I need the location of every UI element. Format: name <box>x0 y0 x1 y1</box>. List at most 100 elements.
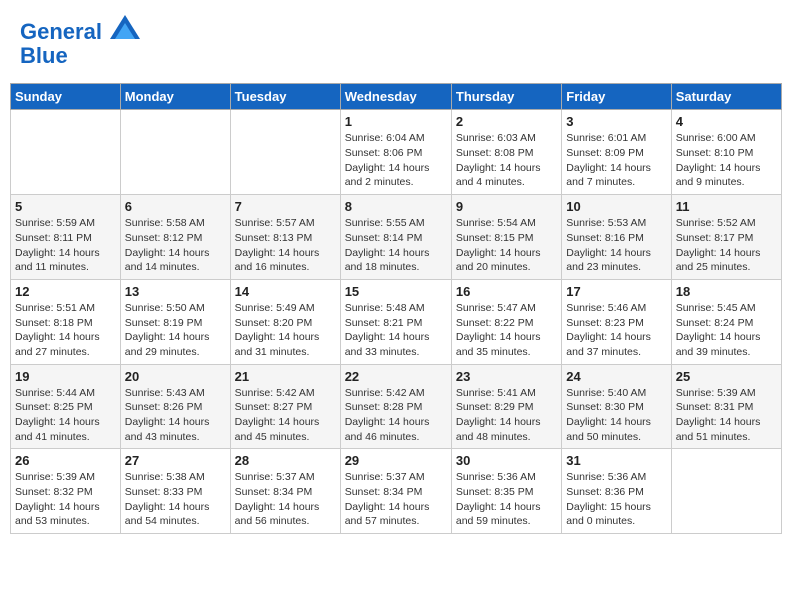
day-info: Sunrise: 5:39 AMSunset: 8:31 PMDaylight:… <box>676 386 777 445</box>
day-number: 13 <box>125 284 226 299</box>
day-number: 26 <box>15 453 116 468</box>
calendar-week-row: 19 Sunrise: 5:44 AMSunset: 8:25 PMDayligh… <box>11 364 782 449</box>
calendar-cell: 12Sunrise: 5:51 AMSunset: 8:18 PMDayligh… <box>11 279 121 364</box>
calendar-cell: 7 Sunrise: 5:57 AMSunset: 8:13 PMDaylight… <box>230 195 340 280</box>
day-info: Sunrise: 5:50 AMSunset: 8:19 PMDaylight:… <box>125 301 226 360</box>
day-info: Sunrise: 5:40 AMSunset: 8:30 PMDaylight:… <box>566 386 666 445</box>
calendar-cell: 28 Sunrise: 5:37 AMSunset: 8:34 PMDayligh… <box>230 449 340 534</box>
calendar-cell: 25Sunrise: 5:39 AMSunset: 8:31 PMDayligh… <box>671 364 781 449</box>
calendar-cell <box>11 110 121 195</box>
calendar-cell: 8Sunrise: 5:55 AMSunset: 8:14 PMDaylight… <box>340 195 451 280</box>
calendar-cell: 21 Sunrise: 5:42 AMSunset: 8:27 PMDayligh… <box>230 364 340 449</box>
day-info: Sunrise: 5:49 AMSunset: 8:20 PMDaylight:… <box>235 301 336 360</box>
day-number: 27 <box>125 453 226 468</box>
calendar-cell <box>671 449 781 534</box>
calendar-cell: 4Sunrise: 6:00 AMSunset: 8:10 PMDaylight… <box>671 110 781 195</box>
logo: General Blue <box>20 15 140 68</box>
logo-general: General <box>20 19 102 44</box>
day-number: 5 <box>15 199 116 214</box>
day-number: 28 <box>235 453 336 468</box>
calendar-cell: 31 Sunrise: 5:36 AMSunset: 8:36 PMDayligh… <box>562 449 671 534</box>
calendar-cell: 20Sunrise: 5:43 AMSunset: 8:26 PMDayligh… <box>120 364 230 449</box>
calendar-cell: 14 Sunrise: 5:49 AMSunset: 8:20 PMDayligh… <box>230 279 340 364</box>
day-number: 10 <box>566 199 666 214</box>
day-info: Sunrise: 5:39 AMSunset: 8:32 PMDaylight:… <box>15 470 116 529</box>
calendar-cell: 3 Sunrise: 6:01 AMSunset: 8:09 PMDaylight… <box>562 110 671 195</box>
calendar-cell <box>230 110 340 195</box>
calendar-week-row: 1 Sunrise: 6:04 AMSunset: 8:06 PMDaylight… <box>11 110 782 195</box>
day-number: 30 <box>456 453 557 468</box>
day-info: Sunrise: 6:03 AMSunset: 8:08 PMDaylight:… <box>456 131 557 190</box>
logo-icon <box>110 15 140 39</box>
calendar-header-row: SundayMondayTuesdayWednesdayThursdayFrid… <box>11 84 782 110</box>
calendar-day-header: Sunday <box>11 84 121 110</box>
calendar-table: SundayMondayTuesdayWednesdayThursdayFrid… <box>10 83 782 534</box>
calendar-day-header: Friday <box>562 84 671 110</box>
day-info: Sunrise: 5:44 AMSunset: 8:25 PMDaylight:… <box>15 386 116 445</box>
calendar-week-row: 26 Sunrise: 5:39 AMSunset: 8:32 PMDayligh… <box>11 449 782 534</box>
calendar-cell: 23 Sunrise: 5:41 AMSunset: 8:29 PMDayligh… <box>451 364 561 449</box>
day-number: 19 <box>15 369 116 384</box>
calendar-cell: 26 Sunrise: 5:39 AMSunset: 8:32 PMDayligh… <box>11 449 121 534</box>
day-info: Sunrise: 5:59 AMSunset: 8:11 PMDaylight:… <box>15 216 116 275</box>
day-number: 23 <box>456 369 557 384</box>
day-info: Sunrise: 5:42 AMSunset: 8:27 PMDaylight:… <box>235 386 336 445</box>
day-info: Sunrise: 5:37 AMSunset: 8:34 PMDaylight:… <box>235 470 336 529</box>
day-info: Sunrise: 5:52 AMSunset: 8:17 PMDaylight:… <box>676 216 777 275</box>
day-number: 29 <box>345 453 447 468</box>
day-info: Sunrise: 5:43 AMSunset: 8:26 PMDaylight:… <box>125 386 226 445</box>
calendar-cell: 19 Sunrise: 5:44 AMSunset: 8:25 PMDayligh… <box>11 364 121 449</box>
day-info: Sunrise: 5:36 AMSunset: 8:36 PMDaylight:… <box>566 470 666 529</box>
day-number: 11 <box>676 199 777 214</box>
day-info: Sunrise: 5:45 AMSunset: 8:24 PMDaylight:… <box>676 301 777 360</box>
day-info: Sunrise: 6:01 AMSunset: 8:09 PMDaylight:… <box>566 131 666 190</box>
day-number: 3 <box>566 114 666 129</box>
day-number: 7 <box>235 199 336 214</box>
calendar-day-header: Saturday <box>671 84 781 110</box>
calendar-cell: 27Sunrise: 5:38 AMSunset: 8:33 PMDayligh… <box>120 449 230 534</box>
day-number: 1 <box>345 114 447 129</box>
calendar-cell: 22Sunrise: 5:42 AMSunset: 8:28 PMDayligh… <box>340 364 451 449</box>
day-info: Sunrise: 5:37 AMSunset: 8:34 PMDaylight:… <box>345 470 447 529</box>
day-info: Sunrise: 5:41 AMSunset: 8:29 PMDaylight:… <box>456 386 557 445</box>
calendar-week-row: 5 Sunrise: 5:59 AMSunset: 8:11 PMDaylight… <box>11 195 782 280</box>
calendar-cell: 18 Sunrise: 5:45 AMSunset: 8:24 PMDayligh… <box>671 279 781 364</box>
calendar-cell: 2 Sunrise: 6:03 AMSunset: 8:08 PMDaylight… <box>451 110 561 195</box>
day-info: Sunrise: 5:42 AMSunset: 8:28 PMDaylight:… <box>345 386 447 445</box>
calendar-cell: 9 Sunrise: 5:54 AMSunset: 8:15 PMDaylight… <box>451 195 561 280</box>
day-info: Sunrise: 6:04 AMSunset: 8:06 PMDaylight:… <box>345 131 447 190</box>
day-number: 14 <box>235 284 336 299</box>
day-number: 18 <box>676 284 777 299</box>
day-info: Sunrise: 5:57 AMSunset: 8:13 PMDaylight:… <box>235 216 336 275</box>
calendar-cell: 5 Sunrise: 5:59 AMSunset: 8:11 PMDaylight… <box>11 195 121 280</box>
calendar-week-row: 12Sunrise: 5:51 AMSunset: 8:18 PMDayligh… <box>11 279 782 364</box>
day-number: 24 <box>566 369 666 384</box>
calendar-cell: 29 Sunrise: 5:37 AMSunset: 8:34 PMDayligh… <box>340 449 451 534</box>
calendar-cell: 10 Sunrise: 5:53 AMSunset: 8:16 PMDayligh… <box>562 195 671 280</box>
calendar-cell: 24 Sunrise: 5:40 AMSunset: 8:30 PMDayligh… <box>562 364 671 449</box>
day-number: 17 <box>566 284 666 299</box>
day-info: Sunrise: 5:36 AMSunset: 8:35 PMDaylight:… <box>456 470 557 529</box>
day-number: 4 <box>676 114 777 129</box>
calendar-cell: 13 Sunrise: 5:50 AMSunset: 8:19 PMDayligh… <box>120 279 230 364</box>
day-number: 2 <box>456 114 557 129</box>
calendar-cell: 30 Sunrise: 5:36 AMSunset: 8:35 PMDayligh… <box>451 449 561 534</box>
calendar-day-header: Tuesday <box>230 84 340 110</box>
logo-blue: Blue <box>20 43 68 68</box>
day-number: 12 <box>15 284 116 299</box>
day-number: 21 <box>235 369 336 384</box>
calendar-day-header: Thursday <box>451 84 561 110</box>
calendar-cell: 11 Sunrise: 5:52 AMSunset: 8:17 PMDayligh… <box>671 195 781 280</box>
day-info: Sunrise: 5:54 AMSunset: 8:15 PMDaylight:… <box>456 216 557 275</box>
calendar-cell <box>120 110 230 195</box>
calendar-cell: 1 Sunrise: 6:04 AMSunset: 8:06 PMDaylight… <box>340 110 451 195</box>
calendar-day-header: Monday <box>120 84 230 110</box>
day-info: Sunrise: 5:48 AMSunset: 8:21 PMDaylight:… <box>345 301 447 360</box>
day-number: 8 <box>345 199 447 214</box>
calendar-cell: 16Sunrise: 5:47 AMSunset: 8:22 PMDayligh… <box>451 279 561 364</box>
day-number: 9 <box>456 199 557 214</box>
page-header: General Blue <box>10 10 782 73</box>
day-info: Sunrise: 5:53 AMSunset: 8:16 PMDaylight:… <box>566 216 666 275</box>
calendar-cell: 6Sunrise: 5:58 AMSunset: 8:12 PMDaylight… <box>120 195 230 280</box>
day-number: 31 <box>566 453 666 468</box>
